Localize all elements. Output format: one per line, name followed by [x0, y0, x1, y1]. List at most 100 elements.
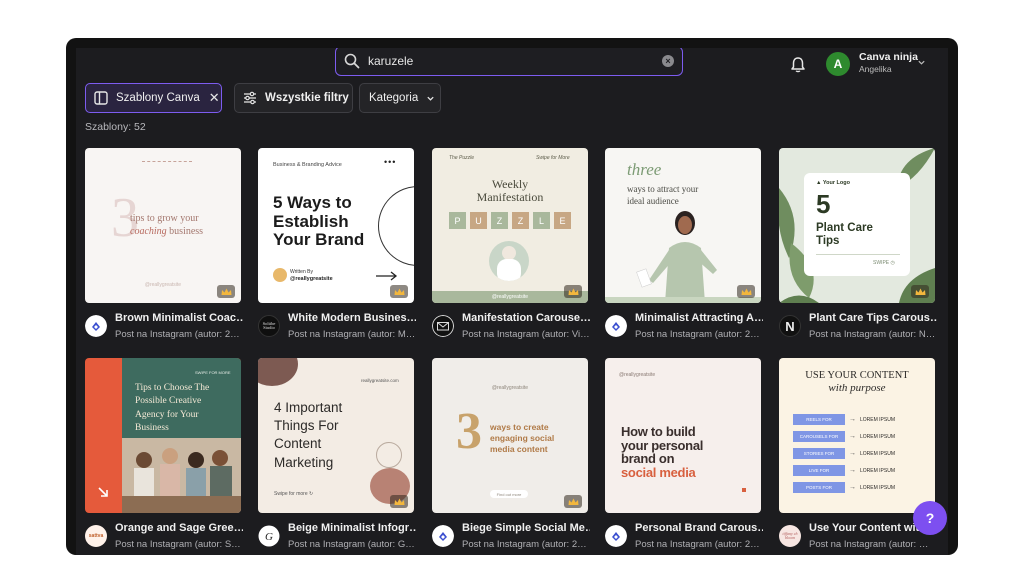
letter-tile: E — [554, 212, 571, 229]
thumb-row-value: LOREM IPSUM — [860, 450, 896, 457]
template-title[interactable]: Manifestation Carouse… — [462, 312, 590, 324]
template-subtitle: Post na Instagram (autor: 2… — [635, 539, 760, 550]
template-title[interactable]: Beige Minimalist Infogr… — [288, 522, 416, 534]
premium-badge — [737, 285, 755, 298]
thumb-big-number: 3 — [456, 403, 482, 460]
user-subtitle: Angelika — [859, 64, 892, 74]
template-subtitle: Post na Instagram (autor: 2… — [462, 539, 587, 550]
thumb-script: with purpose — [828, 382, 886, 394]
crown-icon — [568, 498, 578, 505]
thumb-line: ways to attract your — [627, 184, 699, 194]
template-subtitle: Post na Instagram (autor: M… — [288, 329, 416, 340]
arrow-right-icon: → — [849, 467, 856, 474]
thumb-logo-text: Your Logo — [822, 180, 850, 186]
crown-icon — [394, 288, 404, 295]
creator-logo — [85, 315, 107, 337]
user-avatar[interactable]: A — [826, 52, 850, 76]
premium-badge — [217, 285, 235, 298]
thumb-button: Find out more — [490, 490, 528, 498]
category-dropdown[interactable]: Kategoria — [359, 83, 441, 113]
template-layout-icon — [94, 91, 108, 105]
thumb-line: Your Brand — [273, 230, 365, 250]
template-card[interactable]: @reallygreatsite 3 ways to create engagi… — [432, 358, 588, 513]
arrow-right-icon: → — [849, 484, 856, 491]
template-card[interactable]: USE YOUR CONTENT with purpose REELS FOR →… — [779, 358, 935, 513]
template-title[interactable]: Plant Care Tips Carous… — [809, 312, 937, 324]
mail-icon — [432, 315, 454, 337]
thumb-text: Swipe for More — [536, 155, 570, 161]
thumb-line: media content — [490, 444, 548, 455]
template-card[interactable]: The Puzzle Swipe for More Weekly Manifes… — [432, 148, 588, 303]
arrow-right-icon — [376, 271, 398, 281]
letter-tile: U — [470, 212, 487, 229]
thumb-heading: ways to attract your ideal audience — [627, 184, 698, 207]
template-title[interactable]: Personal Brand Carous… — [635, 522, 763, 534]
thumb-heading: Weekly Manifestation — [432, 178, 588, 203]
template-card[interactable]: SWIPE FOR MORE Tips to Choose The Possib… — [85, 358, 241, 513]
template-title[interactable]: White Modern Busines… — [288, 312, 416, 324]
thumb-line: Weekly — [491, 177, 529, 191]
crown-icon — [915, 288, 925, 295]
template-title[interactable]: Orange and Sage Gree… — [115, 522, 243, 534]
template-card[interactable]: @reallygreatsite How to build your perso… — [605, 358, 761, 513]
template-title[interactable]: Brown Minimalist Coac… — [115, 312, 243, 324]
thumb-text: reallygreatsite.com — [361, 378, 399, 383]
thumb-line: ways to create — [490, 422, 549, 432]
crown-icon — [221, 288, 231, 295]
thumb-row-value: LOREM IPSUM — [860, 467, 896, 474]
template-title[interactable]: Biege Simple Social Me… — [462, 522, 590, 534]
user-name[interactable]: Canva ninja — [859, 51, 918, 63]
thumb-row-label: LIVE FOR — [793, 465, 845, 476]
chip-label: Kategoria — [369, 92, 419, 104]
template-card[interactable]: ▲ Your Logo 5 Plant Care Tips SWIPE ◷ — [779, 148, 935, 303]
swipe-label: Swipe for more — [274, 491, 308, 497]
thumb-line: Tips — [816, 235, 840, 248]
thumb-heading: Plant Care Tips — [816, 222, 873, 248]
close-icon[interactable]: ✕ — [209, 90, 220, 106]
clear-search-icon[interactable]: × — [662, 55, 674, 67]
letter-tiles: P U Z Z L E — [449, 212, 571, 229]
device-frame: × A Canva ninja Angelika Szablony Canva … — [66, 38, 958, 555]
thumb-heading: How to build your personal brand on soci… — [621, 425, 703, 480]
thumb-line: 5 Ways to — [273, 193, 352, 212]
creator-logo: G — [258, 525, 280, 547]
template-subtitle: Post na Instagram (autor: S… — [115, 539, 241, 550]
decorative-dot — [742, 488, 746, 492]
thumb-line: Agency for Your — [135, 409, 199, 420]
notification-bell-icon[interactable] — [789, 56, 807, 74]
canva-templates-chip[interactable]: Szablony Canva ✕ — [85, 83, 222, 113]
search-input[interactable] — [368, 54, 662, 68]
template-card[interactable]: Business & Branding Advice ••• 5 Ways to… — [258, 148, 414, 303]
chevron-down-icon[interactable] — [917, 58, 926, 67]
thumb-line: ideal audience — [627, 195, 679, 206]
template-subtitle: Post na Instagram (autor: G… — [288, 539, 415, 550]
premium-badge — [390, 495, 408, 508]
swipe-label: SWIPE — [873, 260, 890, 266]
search-bar[interactable]: × — [335, 48, 683, 76]
thumb-row: REELS FOR → LOREM IPSUM — [793, 411, 925, 428]
template-card[interactable]: reallygreatsite.com 4 Important Things F… — [258, 358, 414, 513]
template-title[interactable]: Minimalist Attracting A… — [635, 312, 763, 324]
template-subtitle: Post na Instagram (autor: 2… — [115, 329, 240, 340]
thumb-text: coaching business — [130, 226, 203, 237]
author-avatar — [273, 268, 287, 282]
divider — [142, 161, 192, 162]
template-subtitle: Post na Instagram (autor: Vi… — [462, 329, 590, 340]
thumb-rows: REELS FOR → LOREM IPSUM CAROUSELS FOR → LORE… — [793, 411, 925, 496]
thumb-line: brand on — [621, 451, 675, 467]
arrow-right-icon: → — [849, 416, 856, 423]
thumb-text: @reallygreatsite — [619, 372, 656, 378]
thumb-line: Possible Creative — [135, 396, 202, 407]
template-card[interactable]: three ways to attract your ideal audienc… — [605, 148, 761, 303]
thumb-text: Swipe for more ↻ — [274, 491, 314, 497]
template-card[interactable]: 3 tips to grow your coaching business @r… — [85, 148, 241, 303]
thumb-line: Tips to Choose The — [135, 383, 210, 393]
premium-badge — [911, 285, 929, 298]
creator-logo: N — [779, 315, 801, 337]
all-filters-button[interactable]: Wszystkie filtry — [234, 83, 353, 113]
help-button[interactable]: ? — [913, 501, 947, 535]
app-screen: × A Canva ninja Angelika Szablony Canva … — [76, 48, 948, 555]
arrow-right-icon: → — [849, 433, 856, 440]
thumb-line: How to build — [621, 424, 696, 439]
template-subtitle: Post na Instagram (autor: … — [809, 539, 929, 550]
